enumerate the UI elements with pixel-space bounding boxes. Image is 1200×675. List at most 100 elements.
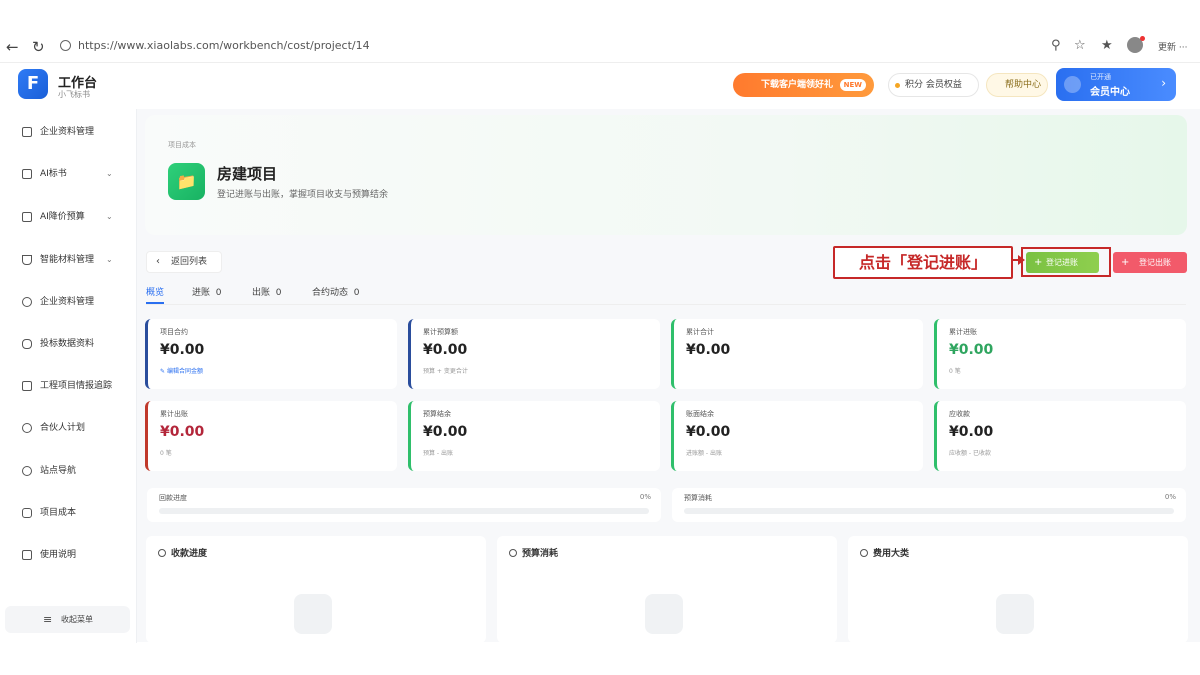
points-button[interactable]: 积分 会员权益: [888, 73, 979, 97]
stat-value: ¥0.00: [686, 342, 731, 358]
chevron-right-icon: ›: [1161, 76, 1166, 90]
search-icon: [22, 297, 32, 307]
sidebar-item-label: 项目成本: [40, 508, 77, 518]
stat-card-total: 累计合计 ¥0.00: [671, 319, 923, 389]
sidebar-item-site-nav[interactable]: 站点导航: [0, 456, 137, 486]
sidebar-item-label: 智能材料管理: [40, 255, 95, 265]
back-to-list-button[interactable]: ‹ 返回列表: [146, 251, 222, 273]
help-doc-icon: [22, 550, 32, 560]
folder-icon: 📁: [168, 163, 205, 200]
browser-toolbar: ← ↻ https://www.xiaolabs.com/workbench/c…: [0, 0, 1200, 62]
stat-note: 进账额 - 出账: [686, 450, 722, 457]
menu-icon: ≡: [43, 613, 53, 626]
panel-title-text: 费用大类: [873, 549, 910, 559]
panel-title: 预算消耗: [509, 546, 558, 559]
tab-label: 合约动态: [312, 288, 349, 298]
tab-count: 0: [215, 288, 222, 298]
panel-collection-progress: 收款进度: [146, 536, 486, 643]
stat-value: ¥0.00: [160, 342, 205, 358]
progress-percent: 0%: [1164, 493, 1176, 501]
filter-icon: [22, 255, 32, 265]
tab-count: 0: [275, 288, 282, 298]
monitor-icon: [22, 381, 32, 391]
back-to-list-label: 返回列表: [171, 257, 208, 267]
download-client-button[interactable]: 下载客户端领好礼 NEW: [733, 73, 874, 97]
sidebar-item-label: 合伙人计划: [40, 423, 86, 433]
download-client-label: 下载客户端领好礼: [761, 80, 834, 90]
search-icon[interactable]: ⚲: [1051, 38, 1061, 53]
new-badge: NEW: [839, 79, 866, 91]
edit-contract-link[interactable]: ✎ 编辑合同金额: [160, 366, 203, 375]
progress-budget: 预算消耗 0%: [672, 488, 1186, 522]
empty-state-icon: [645, 594, 683, 634]
calculator-icon: [22, 212, 32, 222]
sidebar-item-ai-bid[interactable]: AI标书 ⌄: [0, 159, 137, 189]
progress-label: 预算消耗: [684, 494, 712, 502]
address-bar[interactable]: https://www.xiaolabs.com/workbench/cost/…: [54, 35, 1044, 57]
register-expense-label: 登记出账: [1139, 258, 1171, 267]
tab-contract-updates[interactable]: 合约动态 0: [312, 285, 359, 298]
sidebar-item-enterprise-search[interactable]: 企业资料管理: [0, 287, 137, 317]
tab-income[interactable]: 进账 0: [192, 285, 221, 298]
stat-card-income: 累计进账 ¥0.00 0 笔: [934, 319, 1186, 389]
panel-title-text: 预算消耗: [522, 549, 559, 559]
sidebar-item-usage-guide[interactable]: 使用说明: [0, 540, 137, 570]
clock-icon: [509, 549, 517, 557]
member-label: 会员中心: [1090, 87, 1130, 98]
tab-expense[interactable]: 出账 0: [252, 285, 281, 298]
member-status: 已开通: [1090, 73, 1111, 81]
stat-card-budget-balance: 预算结余 ¥0.00 预算 - 出账: [408, 401, 660, 471]
stat-note: 预算 - 出账: [423, 450, 453, 457]
app-subtitle: 小飞标书: [58, 90, 90, 99]
sidebar-item-enterprise-data[interactable]: 企业资料管理: [0, 117, 137, 147]
empty-state-icon: [996, 594, 1034, 634]
stat-value: ¥0.00: [423, 424, 468, 440]
stat-label: 累计进账: [949, 328, 977, 336]
progress-percent: 0%: [639, 493, 651, 501]
page-title: 房建项目: [217, 165, 278, 183]
page-subtitle: 登记进账与出账，掌握项目收支与预算结余: [217, 190, 389, 200]
reload-icon[interactable]: ↻: [32, 38, 45, 56]
collapse-menu-button[interactable]: ≡ 收起菜单: [5, 606, 130, 633]
tab-count: 0: [353, 288, 360, 298]
tab-overview[interactable]: 概览: [146, 285, 165, 304]
member-center-button[interactable]: 已开通 会员中心 ›: [1056, 68, 1176, 101]
project-hero: 项目成本 📁 房建项目 登记进账与出账，掌握项目收支与预算结余: [145, 115, 1187, 235]
plus-icon: +: [1121, 257, 1130, 268]
help-center-button[interactable]: 帮助中心: [986, 73, 1048, 97]
sidebar-item-bid-data[interactable]: 投标数据资料: [0, 329, 137, 359]
sidebar-item-label: AI降价预算: [40, 212, 85, 222]
sidebar-item-ai-budget[interactable]: AI降价预算 ⌄: [0, 202, 137, 232]
sidebar-item-label: AI标书: [40, 169, 67, 179]
app-logo[interactable]: F: [18, 69, 48, 99]
panel-title: 收款进度: [158, 546, 207, 559]
tab-label: 概览: [146, 288, 165, 298]
sidebar-item-materials[interactable]: 智能材料管理 ⌄: [0, 245, 137, 275]
stat-card-budget: 累计预算额 ¥0.00 预算 + 变更合计: [408, 319, 660, 389]
stat-note: 应收额 - 已收款: [949, 450, 991, 457]
back-arrow-icon[interactable]: ←: [6, 38, 19, 56]
star-icon[interactable]: ☆: [1074, 38, 1086, 53]
progress-label: 回款进度: [159, 494, 187, 502]
sidebar-item-label: 投标数据资料: [40, 339, 95, 349]
sidebar-item-project-tracking[interactable]: 工程项目情报追踪: [0, 371, 137, 401]
favorites-icon[interactable]: ★: [1101, 38, 1113, 53]
stat-label: 累计合计: [686, 328, 714, 336]
sidebar-item-project-cost[interactable]: 项目成本: [0, 498, 137, 528]
sidebar-item-label: 站点导航: [40, 466, 77, 476]
stat-label: 账面结余: [686, 410, 714, 418]
sidebar-item-partner[interactable]: 合伙人计划: [0, 413, 137, 443]
stat-label: 项目合约: [160, 328, 188, 336]
app-root: F 工作台 小飞标书 下载客户端领好礼 NEW 积分 会员权益 帮助中心 已开通…: [0, 62, 1200, 643]
database-icon: [22, 508, 32, 518]
chevron-down-icon: ⌄: [106, 169, 113, 178]
stat-note: 0 笔: [160, 450, 172, 457]
site-info-icon[interactable]: [60, 40, 71, 51]
register-expense-button[interactable]: + 登记出账: [1113, 252, 1187, 273]
panel-title: 费用大类: [860, 546, 909, 559]
clock-icon: [860, 549, 868, 557]
stat-card-receivable: 应收款 ¥0.00 应收额 - 已收款: [934, 401, 1186, 471]
instruction-callout: 点击「登记进账」: [833, 246, 1013, 279]
update-menu[interactable]: 更新 ···: [1158, 40, 1187, 53]
progress-collection: 回款进度 0%: [147, 488, 661, 522]
